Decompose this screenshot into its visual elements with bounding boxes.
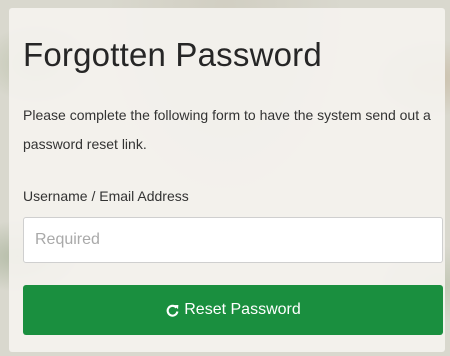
reset-password-label: Reset Password [184,301,301,318]
page-title: Forgotten Password [23,36,322,73]
username-input[interactable] [23,217,443,263]
form-description: Please complete the following form to ha… [23,107,431,152]
refresh-icon [165,303,179,317]
username-label: Username / Email Address [23,188,189,204]
reset-password-button[interactable]: Reset Password [23,285,443,335]
